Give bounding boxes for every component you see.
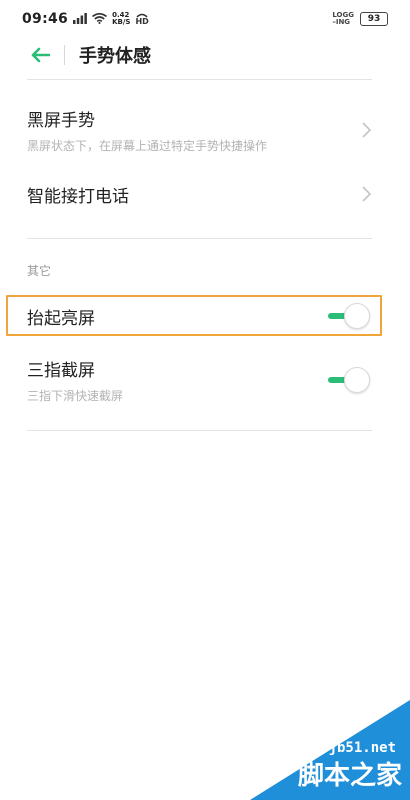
three-finger-screenshot-item[interactable]: 三指截屏 三指下滑快速截屏 <box>27 356 372 404</box>
wifi-icon <box>92 12 108 26</box>
section-divider <box>27 238 372 239</box>
clock: 09:46 <box>22 11 69 27</box>
hd-label: HD <box>135 17 149 26</box>
logging-indicator: LOGG –ING <box>332 12 354 26</box>
watermark-url: jb51.net <box>328 740 396 756</box>
raise-to-wake-text: 抬起亮屏 <box>27 304 95 329</box>
status-bar-right: LOGG –ING 93 <box>332 12 388 26</box>
smart-call-text: 智能接打电话 <box>27 182 129 207</box>
black-screen-gesture-text: 黑屏手势 黑屏状态下，在屏幕上通过特定手势快捷操作 <box>27 106 267 154</box>
page-header: 手势体感 <box>0 38 410 72</box>
three-finger-screenshot-subtitle: 三指下滑快速截屏 <box>27 389 124 403</box>
smart-call-title: 智能接打电话 <box>27 186 129 207</box>
network-speed-unit: KB/S <box>112 18 131 26</box>
toggle-knob <box>344 303 370 329</box>
signal-icon <box>73 12 87 26</box>
header-bottom-divider <box>27 79 372 80</box>
raise-to-wake-item[interactable]: 抬起亮屏 <box>27 302 372 330</box>
raise-to-wake-toggle[interactable] <box>326 303 370 329</box>
network-speed: 0.42 KB/S <box>112 12 130 26</box>
smart-call-item[interactable]: 智能接打电话 <box>27 180 372 208</box>
black-screen-gesture-item[interactable]: 黑屏手势 黑屏状态下，在屏幕上通过特定手势快捷操作 <box>27 106 372 154</box>
status-bar-left: 09:46 0.42 KB/S HD <box>22 11 149 27</box>
page-title: 手势体感 <box>79 46 151 67</box>
chevron-right-icon <box>362 186 372 202</box>
back-arrow-icon <box>31 47 50 63</box>
back-button[interactable] <box>26 41 54 69</box>
three-finger-screenshot-title: 三指截屏 <box>27 361 95 381</box>
black-screen-gesture-subtitle: 黑屏状态下，在屏幕上通过特定手势快捷操作 <box>27 139 268 153</box>
toggle-knob <box>344 367 370 393</box>
logging-bottom: –ING <box>332 18 351 26</box>
raise-to-wake-title: 抬起亮屏 <box>27 308 95 329</box>
watermark: jb51.net 脚本之家 <box>250 700 410 800</box>
status-bar: 09:46 0.42 KB/S HD LOGG –ING 93 <box>0 0 410 38</box>
battery-level: 93 <box>360 12 388 26</box>
three-finger-screenshot-toggle[interactable] <box>326 367 370 393</box>
hd-call-icon: HD <box>135 13 149 26</box>
section-label-other: 其它 <box>27 264 52 278</box>
header-divider <box>64 45 65 65</box>
chevron-right-icon <box>362 122 372 138</box>
black-screen-gesture-title: 黑屏手势 <box>27 111 95 131</box>
three-finger-screenshot-text: 三指截屏 三指下滑快速截屏 <box>27 356 123 404</box>
watermark-text: 脚本之家 <box>297 761 402 791</box>
section-bottom-divider <box>27 430 372 431</box>
